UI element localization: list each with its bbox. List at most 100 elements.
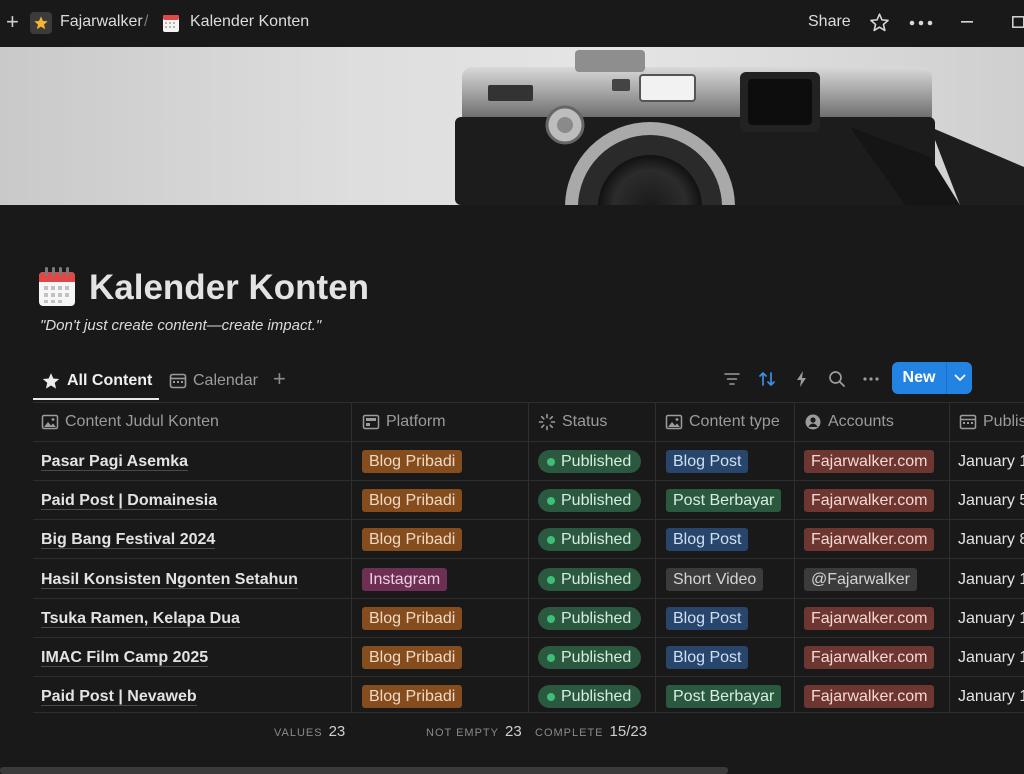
table-row[interactable]: Hasil Konsisten Ngonten Setahun Instagra… [33, 560, 1024, 599]
publish-date[interactable]: January 1 [958, 571, 1024, 589]
stat-label: COMPLETE [535, 727, 604, 739]
content-title[interactable]: Paid Post | Nevaweb [41, 688, 197, 706]
platform-tag[interactable]: Blog Pribadi [362, 607, 463, 630]
breadcrumb-page[interactable]: Kalender Konten [190, 13, 309, 31]
filter-icon[interactable] [722, 369, 742, 389]
row-divider [33, 712, 1024, 713]
content-title[interactable]: Hasil Konsisten Ngonten Setahun [41, 571, 298, 589]
table-row[interactable]: IMAC Film Camp 2025 Blog Pribadi Publish… [33, 638, 1024, 677]
publish-date[interactable]: January 1 [958, 688, 1024, 706]
chevron-down-icon[interactable] [947, 362, 972, 394]
plus-icon[interactable]: + [6, 11, 22, 33]
table-row[interactable]: Pasar Pagi Asemka Blog Pribadi Published… [33, 442, 1024, 481]
content-title[interactable]: Pasar Pagi Asemka [41, 453, 189, 471]
content-type-tag[interactable]: Post Berbayar [666, 685, 782, 708]
new-button-label[interactable]: New [892, 362, 946, 394]
column-header-label: Publis [983, 413, 1024, 430]
status-badge[interactable]: Published [538, 685, 642, 708]
person-icon [805, 414, 821, 430]
account-tag[interactable]: Fajarwalker.com [804, 685, 935, 708]
tab-calendar[interactable]: Calendar [169, 369, 258, 393]
content-type-tag[interactable]: Blog Post [666, 607, 749, 630]
sort-icon[interactable] [757, 369, 777, 389]
calendar-icon [163, 15, 179, 32]
platform-tag[interactable]: Blog Pribadi [362, 685, 463, 708]
minimize-icon[interactable] [961, 21, 973, 23]
active-tab-indicator [33, 398, 159, 400]
image-icon [41, 414, 59, 430]
page-quote[interactable]: "Don't just create content—create impact… [40, 317, 321, 334]
publish-date[interactable]: January 1 [958, 649, 1024, 667]
search-icon[interactable] [827, 369, 847, 389]
account-tag[interactable]: @Fajarwalker [804, 568, 917, 591]
stat-label: VALUES [274, 727, 323, 739]
more-options-icon[interactable] [861, 369, 881, 389]
platform-tag[interactable]: Blog Pribadi [362, 489, 463, 512]
tab-label: All Content [67, 372, 153, 389]
account-tag[interactable]: Fajarwalker.com [804, 528, 935, 551]
workspace-star-icon[interactable] [30, 12, 52, 34]
content-type-tag[interactable]: Post Berbayar [666, 489, 782, 512]
status-badge[interactable]: Published [538, 489, 642, 512]
share-button[interactable]: Share [808, 13, 851, 31]
account-tag[interactable]: Fajarwalker.com [804, 646, 935, 669]
table-row[interactable]: Tsuka Ramen, Kelapa Dua Blog Pribadi Pub… [33, 599, 1024, 638]
publish-date[interactable]: January 1 [958, 453, 1024, 471]
status-badge[interactable]: Published [538, 646, 642, 669]
column-header-label: Content type [689, 413, 780, 430]
content-type-tag[interactable]: Short Video [666, 568, 764, 591]
content-title[interactable]: IMAC Film Camp 2025 [41, 649, 209, 667]
page-title[interactable]: Kalender Konten [89, 268, 369, 308]
status-badge[interactable]: Published [538, 568, 642, 591]
status-badge[interactable]: Published [538, 450, 642, 473]
stat-not-empty[interactable]: NOT EMPTY 23 [426, 723, 522, 740]
stat-value: 23 [328, 723, 346, 740]
column-header-platform[interactable]: Platform [362, 411, 446, 433]
column-header-status[interactable]: Status [538, 411, 607, 433]
status-loader-icon [538, 413, 556, 431]
content-title[interactable]: Paid Post | Domainesia [41, 492, 218, 510]
add-view-icon[interactable]: + [273, 366, 286, 392]
column-header-accounts[interactable]: Accounts [804, 411, 894, 433]
column-header-content-type[interactable]: Content type [665, 411, 780, 433]
column-header-publish[interactable]: Publis [959, 411, 1024, 433]
status-badge[interactable]: Published [538, 528, 642, 551]
publish-date[interactable]: January 1 [958, 610, 1024, 628]
breadcrumb-workspace[interactable]: Fajarwalker [60, 13, 143, 31]
status-badge[interactable]: Published [538, 607, 642, 630]
column-header-title[interactable]: Content Judul Konten [41, 411, 219, 433]
table-row[interactable]: Paid Post | Nevaweb Blog Pribadi Publish… [33, 677, 1024, 716]
content-type-tag[interactable]: Blog Post [666, 528, 749, 551]
content-title[interactable]: Big Bang Festival 2024 [41, 531, 216, 549]
account-tag[interactable]: Fajarwalker.com [804, 489, 935, 512]
stat-complete[interactable]: COMPLETE 15/23 [535, 723, 647, 740]
content-type-tag[interactable]: Blog Post [666, 450, 749, 473]
platform-tag[interactable]: Instagram [362, 568, 448, 591]
stat-value: 23 [504, 723, 522, 740]
horizontal-scrollbar[interactable] [0, 767, 728, 774]
stat-values[interactable]: VALUES 23 [274, 723, 345, 740]
image-icon [665, 414, 683, 430]
platform-tag[interactable]: Blog Pribadi [362, 646, 463, 669]
content-type-tag[interactable]: Blog Post [666, 646, 749, 669]
tab-all-content[interactable]: All Content [41, 369, 152, 393]
content-title[interactable]: Tsuka Ramen, Kelapa Dua [41, 610, 240, 628]
calendar-view-icon [169, 373, 187, 389]
account-tag[interactable]: Fajarwalker.com [804, 607, 935, 630]
favorite-star-icon[interactable] [869, 12, 890, 33]
table-row[interactable]: Big Bang Festival 2024 Blog Pribadi Publ… [33, 520, 1024, 559]
row-divider [33, 558, 1024, 559]
more-icon[interactable] [909, 19, 933, 27]
new-button[interactable]: New [892, 362, 972, 394]
select-property-icon [362, 414, 380, 430]
automation-bolt-icon[interactable] [792, 369, 812, 389]
publish-date[interactable]: January 5 [958, 492, 1024, 510]
maximize-icon[interactable] [1012, 16, 1024, 28]
platform-tag[interactable]: Blog Pribadi [362, 450, 463, 473]
page-calendar-icon[interactable] [37, 266, 77, 308]
account-tag[interactable]: Fajarwalker.com [804, 450, 935, 473]
top-bar: + Fajarwalker / Kalender Konten Share [0, 0, 1024, 46]
publish-date[interactable]: January 8 [958, 531, 1024, 549]
platform-tag[interactable]: Blog Pribadi [362, 528, 463, 551]
table-row[interactable]: Paid Post | Domainesia Blog Pribadi Publ… [33, 481, 1024, 520]
